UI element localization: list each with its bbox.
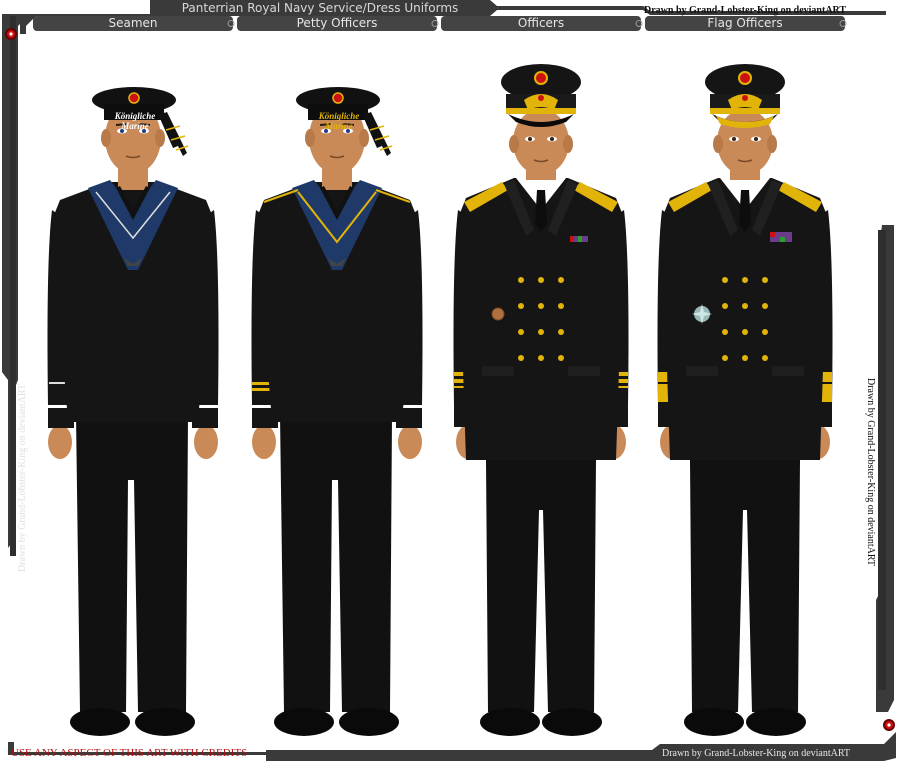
officer-figure bbox=[453, 64, 629, 736]
right-credit: Drawn by Grand-Lobster-King on deviantAR… bbox=[865, 378, 876, 567]
seaman-figure bbox=[47, 87, 219, 736]
left-credit: Drawn by Grand-Lobster-King on deviantAR… bbox=[17, 383, 28, 572]
flag-officer-figure bbox=[657, 64, 833, 736]
cap-band-text: Königliche Marine bbox=[318, 111, 360, 131]
tab-petty-officers[interactable]: Petty Officers bbox=[237, 16, 437, 31]
cap-band-text: Königliche Marine bbox=[114, 111, 156, 131]
header-credit: Drawn by Grand-Lobster-King on deviantAR… bbox=[644, 5, 847, 16]
tab-seamen[interactable]: Seamen bbox=[33, 16, 233, 31]
tab-flag-officers[interactable]: Flag Officers bbox=[645, 16, 845, 31]
tab-officers[interactable]: Officers bbox=[441, 16, 641, 31]
page-title: Panterrian Royal Navy Service/Dress Unif… bbox=[181, 1, 459, 15]
petty-officer-figure bbox=[251, 87, 423, 736]
